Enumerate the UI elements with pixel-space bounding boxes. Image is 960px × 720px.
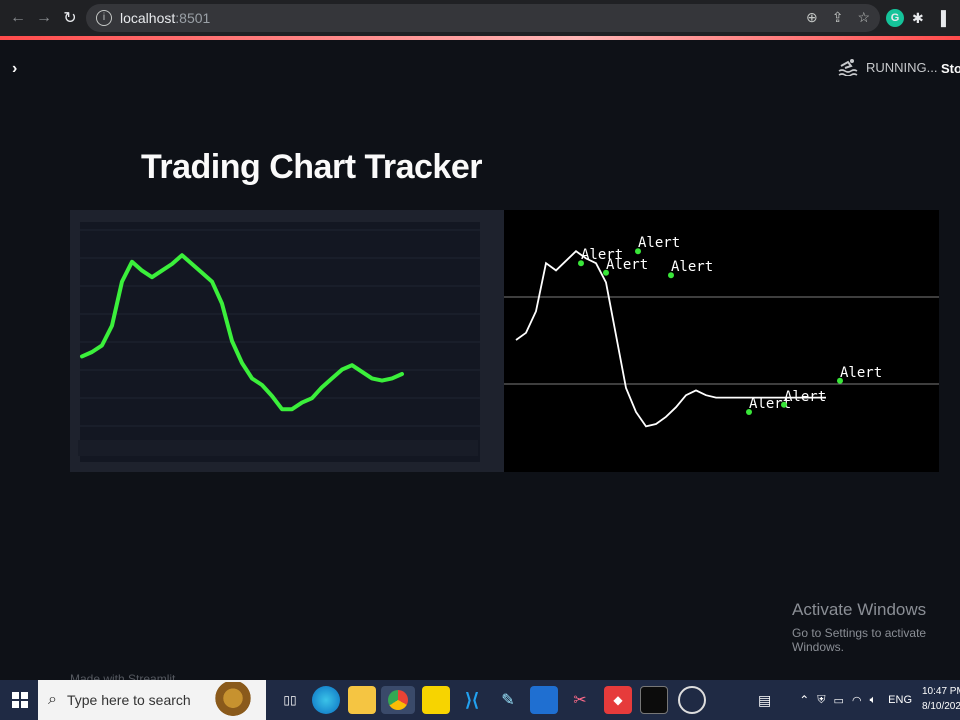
running-label: RUNNING... — [866, 59, 938, 75]
chevron-up-icon[interactable]: ⌃ — [799, 693, 809, 707]
battery-icon[interactable]: ▭ — [834, 694, 844, 707]
paint-icon[interactable]: ✎ — [494, 686, 522, 714]
security-icon[interactable]: ⛨ — [817, 694, 825, 707]
back-icon[interactable]: ← — [6, 6, 30, 30]
activate-subtitle: Go to Settings to activate Windows. — [792, 626, 927, 654]
volume-icon[interactable]: 🔈︎ — [870, 694, 877, 707]
alert-chart-image: Alert Alert Alert Alert Alert Alert Alert — [504, 210, 939, 472]
address-bar[interactable]: i localhost:8501 ⊕ ⇪ ☆ — [86, 4, 880, 32]
news-widget-icon[interactable]: ▤ — [758, 692, 771, 709]
language-indicator[interactable]: ENG — [888, 694, 912, 706]
chrome-icon[interactable] — [381, 686, 415, 714]
alert-label: Alert — [784, 389, 826, 405]
search-icon: ⌕ — [48, 691, 57, 708]
task-view-icon[interactable]: ▯▯ — [276, 686, 304, 714]
search-placeholder: Type here to search — [66, 692, 191, 708]
sidebar-expand-chevron-icon[interactable]: › — [12, 60, 17, 78]
anydesk-icon[interactable]: ◆ — [604, 686, 632, 714]
alert-label: Alert — [840, 365, 882, 381]
browser-toolbar: ← → ↻ i localhost:8501 ⊕ ⇪ ☆ G ✱ ▐ — [0, 0, 960, 36]
extensions-puzzle-icon[interactable]: ✱ — [912, 7, 924, 29]
photos-icon[interactable] — [530, 686, 558, 714]
clock-time: 10:47 PM — [922, 686, 960, 697]
info-icon[interactable]: i — [96, 10, 112, 26]
zoom-icon[interactable]: ⊕ — [806, 9, 818, 26]
alert-label: Alert — [671, 259, 713, 275]
forward-icon[interactable]: → — [32, 6, 56, 30]
system-tray: ▤ ⌃ ⛨ ▭ ◠ 🔈︎ ENG — [758, 680, 912, 720]
tradingview-chart-image — [70, 210, 504, 472]
edge-icon[interactable] — [312, 686, 340, 714]
activate-windows-watermark: Activate Windows Go to Settings to activ… — [792, 600, 960, 654]
stop-button[interactable]: Stop — [941, 61, 960, 76]
windows-taskbar: ⌕ Type here to search ▯▯ ⟩⟨ ✎ ✂ ◆ ▤ ⌃ ⛨ … — [0, 680, 960, 720]
lion-search-highlight-icon — [208, 682, 258, 718]
right-chart-svg: AlertAlertAlertAlertAlertAlertAlert — [504, 235, 939, 428]
share-icon[interactable]: ⇪ — [832, 9, 844, 26]
windows-start-icon[interactable] — [0, 680, 40, 720]
swimmer-icon — [838, 59, 858, 76]
grammarly-icon[interactable]: G — [886, 9, 904, 27]
reload-icon[interactable]: ↻ — [58, 6, 82, 30]
url-host: localhost — [120, 10, 176, 26]
url-port: :8501 — [175, 10, 211, 26]
sidepanel-icon[interactable]: ▐ — [936, 7, 946, 29]
alert-label: Alert — [638, 235, 680, 251]
snip-tool-icon[interactable]: ✂ — [566, 686, 594, 714]
wifi-icon[interactable]: ◠ — [852, 694, 862, 707]
terminal-icon[interactable] — [640, 686, 668, 714]
obs-icon[interactable] — [678, 686, 706, 714]
left-chart-series-line — [80, 253, 404, 412]
clock-date: 8/10/2023 — [922, 701, 960, 712]
taskbar-clock[interactable]: 10:47 PM 8/10/2023 — [922, 684, 960, 714]
sticky-notes-icon[interactable] — [422, 686, 450, 714]
alert-label: Alert — [606, 257, 648, 273]
page-title: Trading Chart Tracker — [141, 148, 482, 186]
file-explorer-icon[interactable] — [348, 686, 376, 714]
activate-title: Activate Windows — [792, 600, 927, 619]
taskbar-search-box[interactable]: ⌕ Type here to search — [38, 680, 266, 720]
running-status: RUNNING... — [838, 58, 938, 76]
left-chart-svg — [70, 210, 504, 472]
bookmark-star-icon[interactable]: ☆ — [857, 9, 870, 26]
vscode-icon[interactable]: ⟩⟨ — [458, 686, 486, 714]
app-main: › RUNNING... Stop Trading Chart Tracker — [0, 40, 960, 686]
